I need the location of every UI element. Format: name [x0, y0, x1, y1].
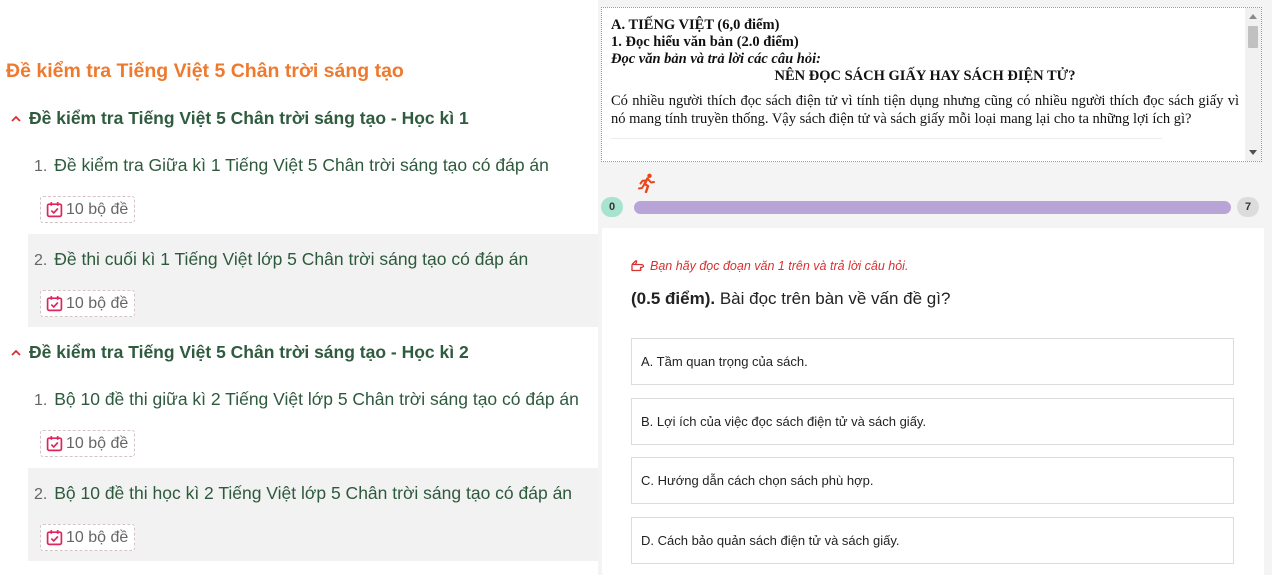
- answer-option-c[interactable]: C. Hướng dẫn cách chọn sách phù hợp.: [631, 457, 1234, 504]
- answer-option-d[interactable]: D. Cách bảo quản sách điện tử và sách gi…: [631, 517, 1234, 564]
- passage-subheading: 1. Đọc hiểu văn bản (2.0 điểm): [611, 34, 799, 50]
- chevron-up-icon: [10, 346, 24, 360]
- hint-text: Bạn hãy đọc đoạn văn 1 trên và trả lời c…: [650, 259, 909, 273]
- question-hint: Bạn hãy đọc đoạn văn 1 trên và trả lời c…: [631, 259, 908, 273]
- question-card: Bạn hãy đọc đoạn văn 1 trên và trả lời c…: [602, 228, 1264, 575]
- scroll-down-arrow-icon[interactable]: [1249, 150, 1257, 155]
- test-count-badge[interactable]: 10 bộ đề: [40, 196, 136, 223]
- item-title: Đề kiểm tra Giữa kì 1 Tiếng Việt 5 Chân …: [54, 155, 549, 175]
- quiz-panel: A. TIẾNG VIỆT (6,0 điểm) 1. Đọc hiểu văn…: [598, 0, 1272, 575]
- pointing-hand-icon: [631, 260, 645, 272]
- badge-label: 10 bộ đề: [66, 294, 129, 312]
- item-number: 1.: [34, 158, 48, 175]
- chevron-up-icon: [10, 112, 24, 126]
- item-number: 1.: [34, 392, 48, 409]
- item-number: 2.: [34, 486, 48, 503]
- item-number: 2.: [34, 252, 48, 269]
- item-link[interactable]: 1. Bộ 10 đề thi giữa kì 2 Tiếng Việt lớp…: [34, 389, 579, 410]
- question-points: (0.5 điểm).: [631, 289, 716, 308]
- badge-label: 10 bộ đề: [66, 528, 129, 546]
- passage-paragraph: Có nhiều người thích đọc sách điện tử vì…: [611, 93, 1239, 127]
- page-title: Đề kiểm tra Tiếng Việt 5 Chân trời sáng …: [6, 60, 404, 82]
- exam-list-panel: Đề kiểm tra Tiếng Việt 5 Chân trời sáng …: [0, 0, 598, 575]
- test-count-badge[interactable]: 10 bộ đề: [40, 430, 136, 457]
- passage-title: NÊN ĐỌC SÁCH GIẤY HAY SÁCH ĐIỆN TỬ?: [774, 68, 1076, 84]
- badge-label: 10 bộ đề: [66, 434, 129, 452]
- question-text: (0.5 điểm). Bài đọc trên bàn về vấn đề g…: [631, 289, 950, 309]
- passage-cut-off-line: ▬▬▬▬▬▬▬▬▬▬▬▬▬▬▬▬▬▬▬▬▬▬▬▬▬▬▬▬▬▬▬▬▬▬▬▬▬▬: [611, 131, 1162, 139]
- list-item: 2. Đề thi cuối kì 1 Tiếng Việt lớp 5 Châ…: [28, 234, 598, 327]
- passage-content: A. TIẾNG VIỆT (6,0 điểm) 1. Đọc hiểu văn…: [611, 17, 1239, 139]
- section-header-hk1[interactable]: Đề kiểm tra Tiếng Việt 5 Chân trời sáng …: [10, 108, 469, 129]
- calendar-check-icon: [46, 436, 63, 452]
- calendar-check-icon: [46, 296, 63, 312]
- item-title: Bộ 10 đề thi giữa kì 2 Tiếng Việt lớp 5 …: [54, 389, 579, 409]
- question-body: Bài đọc trên bàn về vấn đề gì?: [719, 289, 951, 308]
- reading-passage-box[interactable]: A. TIẾNG VIỆT (6,0 điểm) 1. Đọc hiểu văn…: [601, 7, 1262, 162]
- answer-option-a[interactable]: A. Tầm quan trọng của sách.: [631, 338, 1234, 385]
- passage-section-heading: A. TIẾNG VIỆT (6,0 điểm): [611, 17, 780, 33]
- running-person-icon: [638, 173, 655, 193]
- item-title: Bộ 10 đề thi học kì 2 Tiếng Việt lớp 5 C…: [54, 483, 573, 503]
- list-item: 1. Đề kiểm tra Giữa kì 1 Tiếng Việt 5 Ch…: [28, 140, 598, 233]
- list-item: 1. Bộ 10 đề thi giữa kì 2 Tiếng Việt lớp…: [28, 374, 598, 467]
- section-title: Đề kiểm tra Tiếng Việt 5 Chân trời sáng …: [29, 342, 469, 362]
- section-title: Đề kiểm tra Tiếng Việt 5 Chân trời sáng …: [29, 108, 469, 128]
- calendar-check-icon: [46, 530, 63, 546]
- test-count-badge[interactable]: 10 bộ đề: [40, 524, 136, 551]
- calendar-check-icon: [46, 202, 63, 218]
- passage-scrollbar[interactable]: [1245, 8, 1261, 161]
- progress-bar: [634, 201, 1231, 214]
- item-link[interactable]: 2. Đề thi cuối kì 1 Tiếng Việt lớp 5 Châ…: [34, 249, 528, 270]
- item-title: Đề thi cuối kì 1 Tiếng Việt lớp 5 Chân t…: [54, 249, 529, 269]
- answer-option-b[interactable]: B. Lợi ích của việc đọc sách điện tử và …: [631, 398, 1234, 445]
- list-item: 2. Bộ 10 đề thi học kì 2 Tiếng Việt lớp …: [28, 468, 598, 561]
- test-count-badge[interactable]: 10 bộ đề: [40, 290, 136, 317]
- section-header-hk2[interactable]: Đề kiểm tra Tiếng Việt 5 Chân trời sáng …: [10, 342, 469, 363]
- scroll-thumb[interactable]: [1248, 26, 1258, 48]
- badge-label: 10 bộ đề: [66, 200, 129, 218]
- item-link[interactable]: 2. Bộ 10 đề thi học kì 2 Tiếng Việt lớp …: [34, 483, 572, 504]
- passage-instruction: Đọc văn bản và trả lời các câu hỏi:: [611, 51, 821, 67]
- progress-start-label: 0: [601, 197, 623, 217]
- item-link[interactable]: 1. Đề kiểm tra Giữa kì 1 Tiếng Việt 5 Ch…: [34, 155, 549, 176]
- progress-end-label: 7: [1237, 197, 1259, 217]
- scroll-up-arrow-icon[interactable]: [1249, 14, 1257, 19]
